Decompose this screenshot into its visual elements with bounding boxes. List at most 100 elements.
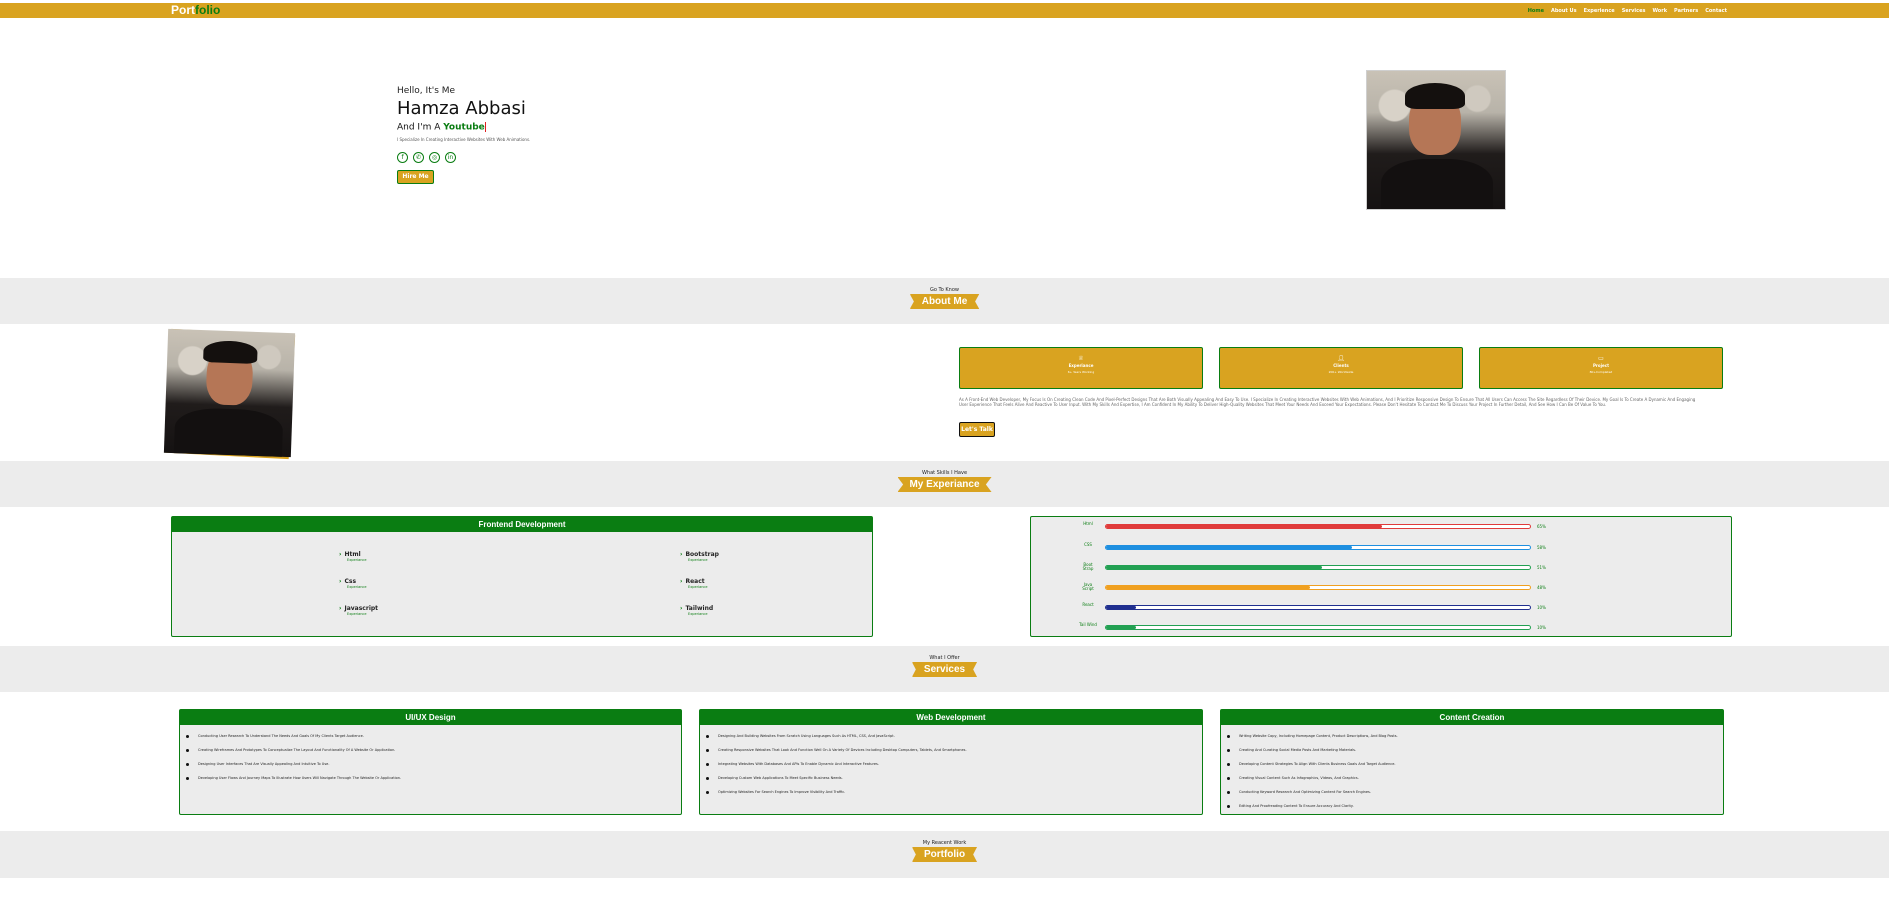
portfolio-title: Portfolio — [911, 847, 978, 862]
services-header-band: What I Offer Services — [0, 646, 1889, 692]
portfolio-kicker: My Reacent Work — [922, 840, 967, 846]
award-icon: ♕ — [1078, 355, 1084, 362]
skill-label: Javascript — [339, 605, 378, 612]
service-item: Creating Responsive Websites That Look A… — [706, 743, 1202, 757]
stat-title: Project — [1592, 363, 1610, 368]
skill-bar-label: CSS — [1084, 542, 1092, 547]
skill-item: JavascriptExperiance — [339, 605, 378, 616]
service-item: Integrating Websites With Databases And … — [706, 757, 1202, 771]
social-links: f ✆ ◎ in — [397, 151, 530, 163]
skill-label: Bootstrap — [680, 551, 719, 558]
linkedin-icon[interactable]: in — [445, 151, 456, 163]
nav-link-partners[interactable]: Partners — [1674, 8, 1698, 14]
user-icon: 👤︎ — [1337, 355, 1345, 362]
stat-card-project: ▭ Project 80+Completed — [1479, 347, 1723, 389]
services-kicker: What I Offer — [929, 655, 960, 661]
stat-title: Clients — [1333, 363, 1349, 368]
skill-bar-track — [1105, 585, 1531, 590]
skill-label: Html — [339, 551, 361, 558]
instagram-icon[interactable]: ◎ — [429, 151, 440, 163]
skill-bar-fill — [1106, 525, 1382, 528]
skill-label: Css — [339, 578, 356, 585]
about-title: About Me — [909, 294, 980, 309]
skill-item: CssExperiance — [339, 578, 367, 589]
role-prefix: And I'm A — [397, 122, 441, 133]
nav-link-work[interactable]: Work — [1652, 8, 1667, 14]
service-list: Writing Website Copy, Including Homepage… — [1221, 725, 1723, 813]
stat-card-clients: 👤︎ Clients 200+ Worldwide — [1219, 347, 1463, 389]
skill-bar-row: Java Script 48% — [1078, 583, 1678, 591]
service-item: Developing Content Strategies To Align W… — [1227, 757, 1723, 771]
portfolio-header-band: My Reacent Work Portfolio — [0, 831, 1889, 878]
nav-link-experience[interactable]: Experience — [1584, 8, 1615, 14]
skill-bar-track — [1105, 545, 1531, 550]
skill-label: React — [680, 578, 705, 585]
service-item: Editing And Proofreading Content To Ensu… — [1227, 799, 1723, 813]
skill-bar-percent: 48% — [1537, 585, 1546, 590]
skill-bar-track — [1105, 625, 1531, 630]
skill-bar-track — [1105, 605, 1531, 610]
skill-bars-panel — [1030, 516, 1732, 637]
laptop-icon: ▭ — [1598, 355, 1604, 362]
services-title: Services — [911, 662, 978, 677]
service-item: Creating Wireframes And Prototypes To Co… — [186, 743, 681, 757]
skill-bar-row: Tail Wind 10% — [1078, 623, 1678, 631]
experience-kicker: What Skills I Have — [921, 470, 968, 476]
stat-sub: 6+ Years Working — [1067, 370, 1095, 374]
skill-bar-fill — [1106, 626, 1136, 629]
skill-bar-row: React 10% — [1078, 603, 1678, 611]
stat-sub: 80+Completed — [1589, 370, 1613, 374]
logo[interactable]: Portfolio — [171, 3, 220, 18]
hero-role: And I'm A Youtube — [397, 122, 530, 133]
nav-link-contact[interactable]: Contact — [1705, 8, 1727, 14]
logo-part2: folio — [195, 3, 221, 17]
about-profile-photo — [163, 328, 296, 458]
hero-section: Hello, It's Me Hamza Abbasi And I'm A Yo… — [397, 86, 530, 184]
skill-sub: Experiance — [347, 558, 367, 562]
about-kicker: Go To Know — [930, 287, 959, 293]
stat-card-experience: ♕ Experiance 6+ Years Working — [959, 347, 1203, 389]
nav-link-services[interactable]: Services — [1622, 8, 1646, 14]
skill-sub: Experiance — [688, 585, 708, 589]
service-item: Optimizing Websites For Search Engines T… — [706, 785, 1202, 799]
skill-bar-row: CSS 58% — [1078, 543, 1678, 551]
service-item: Writing Website Copy, Including Homepage… — [1227, 729, 1723, 743]
nav-link-home[interactable]: Home — [1528, 8, 1544, 14]
skill-sub: Experiance — [688, 612, 708, 616]
skill-bar-percent: 10% — [1537, 605, 1546, 610]
experience-title: My Experiance — [897, 477, 992, 492]
skill-bar-label: React — [1082, 602, 1094, 607]
skill-bar-label: Html — [1083, 521, 1093, 526]
stat-sub: 200+ Worldwide — [1328, 370, 1354, 374]
service-card-uiux: UI/UX Design Conducting User Research To… — [179, 709, 682, 815]
facebook-icon[interactable]: f — [397, 151, 408, 163]
frontend-panel: Frontend Development HtmlExperiance Boot… — [171, 516, 873, 637]
lets-talk-button[interactable]: Let's Talk — [959, 422, 995, 437]
nav-link-about[interactable]: About Us — [1551, 8, 1577, 14]
service-item: Developing User Flows And Journey Maps T… — [186, 771, 681, 785]
frontend-panel-title: Frontend Development — [172, 517, 872, 532]
skill-bar-row: Html 65% — [1078, 522, 1678, 530]
hero-greeting: Hello, It's Me — [397, 86, 456, 96]
nav-links: Home About Us Experience Services Work P… — [1528, 3, 1727, 18]
experience-header-band: What Skills I Have My Experiance — [0, 461, 1889, 507]
skill-item: TailwindExperiance — [680, 605, 713, 616]
skill-bar-percent: 10% — [1537, 625, 1546, 630]
skill-bar-fill — [1106, 606, 1136, 609]
whatsapp-icon[interactable]: ✆ — [413, 151, 424, 163]
service-item: Conducting User Research To Understand T… — [186, 729, 681, 743]
hero-name: Hamza Abbasi — [397, 98, 526, 119]
service-card-content: Content Creation Writing Website Copy, I… — [1220, 709, 1724, 815]
service-item: Creating And Curating Social Media Posts… — [1227, 743, 1723, 757]
skill-bar-fill — [1106, 566, 1323, 569]
skill-item: ReactExperiance — [680, 578, 708, 589]
service-card-webdev: Web Development Designing And Building W… — [699, 709, 1203, 815]
role-word: Youtube — [443, 122, 485, 133]
service-list: Designing And Building Websites From Scr… — [700, 725, 1202, 799]
skill-bar-label: Java Script — [1082, 582, 1094, 591]
hire-me-button[interactable]: Hire Me — [397, 169, 434, 184]
service-item: Developing Custom Web Applications To Me… — [706, 771, 1202, 785]
skill-sub: Experiance — [347, 612, 367, 616]
skill-bar-track — [1105, 524, 1531, 529]
stat-title: Experiance — [1068, 363, 1094, 368]
